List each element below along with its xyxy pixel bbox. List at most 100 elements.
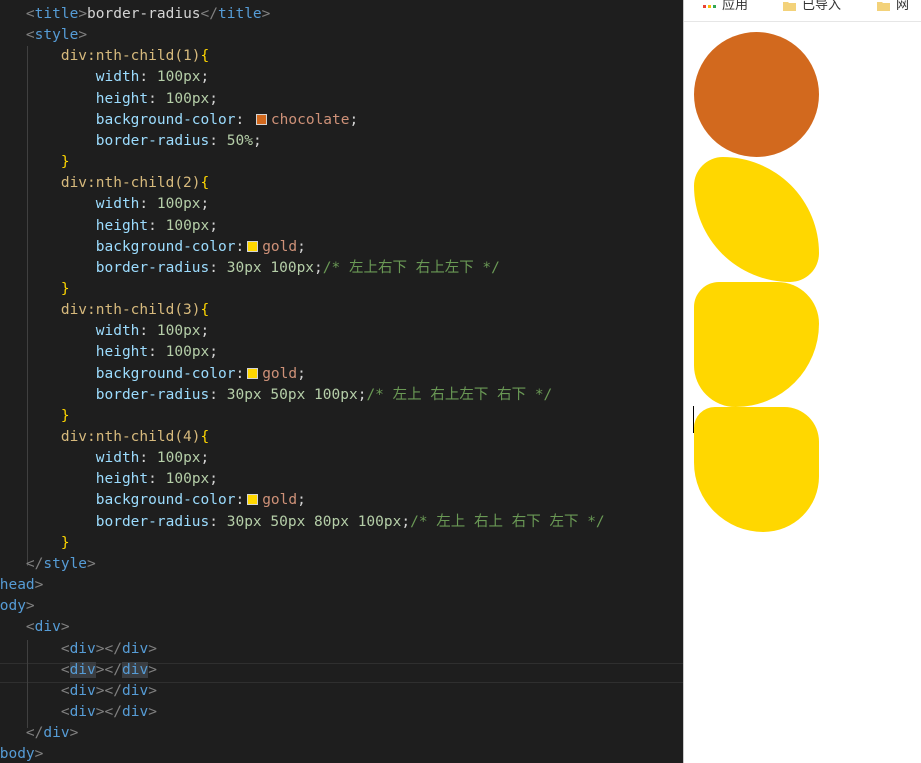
code-line[interactable]: <div></div> bbox=[0, 660, 157, 681]
code-token: /* 左上 右上 右下 左下 */ bbox=[410, 513, 605, 530]
text-cursor bbox=[693, 406, 694, 433]
code-token: width bbox=[95, 323, 140, 340]
code-line[interactable]: </style> bbox=[0, 554, 96, 575]
bookmark-apps[interactable]: 应用 bbox=[703, 0, 748, 13]
code-token: : bbox=[148, 217, 166, 234]
code-token: } bbox=[60, 534, 70, 551]
bookmark-imported[interactable]: 已导入 bbox=[783, 0, 841, 13]
code-editor[interactable]: <title>border-radius</title> <style> div… bbox=[0, 0, 683, 763]
code-token: div bbox=[121, 703, 149, 720]
code-token: ; bbox=[401, 513, 411, 530]
color-swatch-icon[interactable] bbox=[247, 240, 259, 252]
code-token: 30px bbox=[226, 513, 262, 530]
code-token: height bbox=[95, 344, 149, 361]
code-token: div bbox=[34, 619, 61, 636]
code-line[interactable]: border-radius: 50%; bbox=[0, 131, 262, 152]
code-line[interactable]: div:nth-child(4){ bbox=[0, 427, 209, 448]
code-token: < bbox=[25, 6, 35, 22]
code-line[interactable]: <div></div> bbox=[0, 639, 157, 660]
code-line[interactable]: body> bbox=[0, 596, 35, 617]
code-token: ></ bbox=[95, 661, 122, 678]
code-token: > bbox=[261, 6, 271, 22]
code-line[interactable]: } bbox=[0, 279, 70, 300]
code-line[interactable]: width: 100px; bbox=[0, 67, 210, 88]
code-line[interactable]: background-color: gold; bbox=[0, 490, 306, 511]
code-token: > bbox=[148, 703, 157, 720]
code-token: ; bbox=[200, 323, 210, 340]
code-line[interactable]: /head> bbox=[0, 575, 43, 596]
code-line[interactable]: width: 100px; bbox=[0, 194, 210, 215]
code-token: div bbox=[69, 661, 96, 678]
code-line[interactable]: width: 100px; bbox=[0, 448, 210, 469]
color-swatch-icon[interactable] bbox=[247, 367, 259, 379]
bookmark-label: 网 bbox=[896, 0, 910, 13]
shape-chocolate-circle bbox=[694, 32, 819, 157]
code-line[interactable]: background-color: gold; bbox=[0, 364, 306, 385]
code-token: width bbox=[95, 196, 140, 213]
code-line[interactable]: border-radius: 30px 100px;/* 左上右下 右上左下 *… bbox=[0, 258, 500, 279]
code-line[interactable]: height: 100px; bbox=[0, 216, 218, 237]
bookmark-folder[interactable]: 网 bbox=[877, 0, 910, 13]
code-token: div bbox=[43, 725, 70, 742]
code-token: background-color bbox=[95, 365, 236, 382]
code-line[interactable]: div:nth-child(1){ bbox=[0, 46, 209, 67]
code-token: } bbox=[60, 280, 70, 297]
code-line[interactable]: width: 100px; bbox=[0, 321, 210, 342]
code-line[interactable]: border-radius: 30px 50px 80px 100px;/* 左… bbox=[0, 512, 605, 533]
code-line[interactable]: background-color: chocolate; bbox=[0, 110, 358, 131]
code-token: body bbox=[0, 746, 35, 763]
code-token: ; bbox=[200, 196, 210, 213]
code-token: div:nth-child(1) bbox=[0, 48, 201, 65]
code-line[interactable]: <div> bbox=[0, 617, 70, 638]
code-token: div bbox=[121, 682, 149, 699]
code-token: border-radius bbox=[95, 386, 210, 403]
code-token: width bbox=[95, 69, 140, 86]
code-token: : bbox=[148, 344, 166, 361]
code-line[interactable]: </div> bbox=[0, 723, 78, 744]
code-line[interactable]: div:nth-child(2){ bbox=[0, 173, 209, 194]
code-line[interactable]: height: 100px; bbox=[0, 89, 218, 110]
code-line[interactable]: } bbox=[0, 406, 70, 427]
code-token: height bbox=[95, 217, 149, 234]
code-line[interactable]: } bbox=[0, 152, 70, 173]
color-swatch-icon[interactable] bbox=[255, 113, 267, 125]
code-token: background-color bbox=[95, 111, 236, 128]
code-token: : bbox=[235, 238, 245, 255]
code-line[interactable]: height: 100px; bbox=[0, 342, 218, 363]
code-token: : bbox=[148, 90, 166, 107]
code-line[interactable]: <div></div> bbox=[0, 681, 157, 702]
code-token: 100px bbox=[165, 217, 210, 234]
code-token: < bbox=[60, 640, 70, 657]
code-token: gold bbox=[262, 238, 298, 255]
code-token: : bbox=[209, 259, 227, 276]
code-line[interactable]: div:nth-child(3){ bbox=[0, 300, 209, 321]
code-line[interactable]: } bbox=[0, 533, 70, 554]
code-line[interactable]: <style> bbox=[0, 25, 87, 46]
code-line[interactable]: height: 100px; bbox=[0, 469, 218, 490]
code-line[interactable]: border-radius: 30px 50px 100px;/* 左上 右上左… bbox=[0, 385, 553, 406]
code-line[interactable]: background-color: gold; bbox=[0, 237, 306, 258]
code-token: div:nth-child(3) bbox=[0, 302, 201, 319]
code-token: div:nth-child(2) bbox=[0, 175, 201, 192]
code-line[interactable]: /body> bbox=[0, 744, 43, 763]
code-token: div bbox=[69, 640, 96, 657]
code-line[interactable]: <title>border-radius</title> bbox=[0, 4, 270, 25]
code-token: ; bbox=[200, 450, 210, 467]
code-line[interactable]: <div></div> bbox=[0, 702, 157, 723]
color-swatch-icon[interactable] bbox=[247, 494, 259, 506]
code-token: border-radius bbox=[87, 6, 201, 22]
code-token: < bbox=[60, 661, 70, 678]
code-token: ; bbox=[209, 344, 219, 361]
